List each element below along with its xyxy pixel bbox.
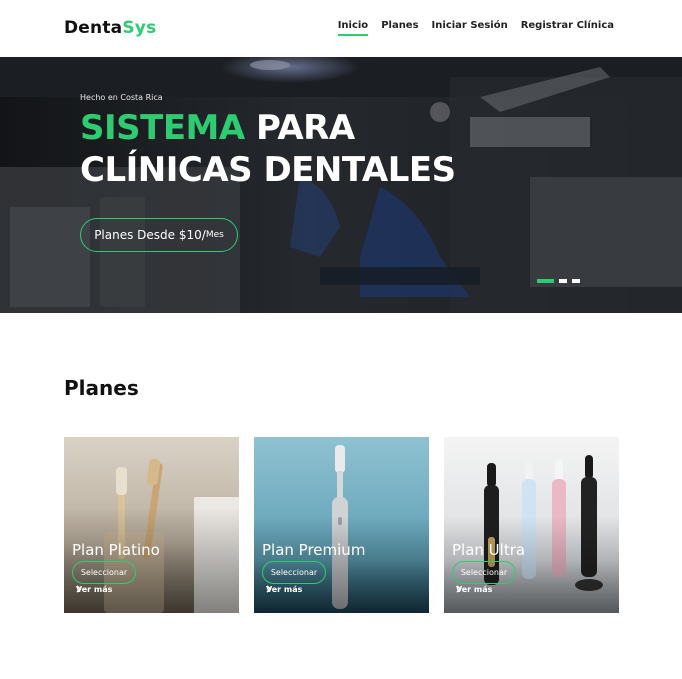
plan-card-platino[interactable]: Plan Platino Seleccionar Ver más	[64, 437, 239, 613]
nav-item-planes[interactable]: Planes	[381, 20, 418, 35]
carousel-indicator-1[interactable]	[537, 279, 554, 283]
nav-item-inicio[interactable]: Inicio	[337, 20, 368, 36]
plan-ultra-select-button[interactable]: Seleccionar	[452, 561, 516, 584]
carousel-indicator-2[interactable]	[559, 279, 567, 283]
hero-tagline: Hecho en Costa Rica	[80, 93, 163, 102]
hero-carousel: Hecho en Costa Rica SISTEMA PARA CLÍNICA…	[0, 57, 682, 313]
site-header: DentaSys Inicio Planes Iniciar Sesión Re…	[0, 0, 682, 57]
plans-from-button-unit: Mes	[205, 230, 224, 240]
hero-title-line2: CLÍNICAS DENTALES	[80, 150, 456, 190]
nav-item-iniciar-sesion[interactable]: Iniciar Sesión	[432, 20, 508, 35]
brand-name-part2: Sys	[122, 18, 157, 38]
plan-premium-title: Plan Premium	[262, 541, 366, 559]
plan-premium-select-button[interactable]: Seleccionar	[262, 561, 326, 584]
brand-logo[interactable]: DentaSys	[64, 18, 156, 38]
plans-section-title: Planes	[64, 376, 139, 400]
plan-platino-select-button[interactable]: Seleccionar	[72, 561, 136, 584]
carousel-indicator-3[interactable]	[572, 279, 580, 283]
brand-name-part1: Denta	[64, 18, 123, 38]
hero-title: SISTEMA PARA CLÍNICAS DENTALES	[80, 107, 456, 191]
plan-ultra-more-link[interactable]: Ver más	[456, 585, 496, 594]
plan-platino-title: Plan Platino	[72, 541, 160, 559]
plans-from-button[interactable]: Planes Desde $10/Mes	[80, 218, 238, 252]
main-nav: Inicio Planes Iniciar Sesión Registrar C…	[337, 20, 614, 36]
hero-title-rest: PARA	[244, 108, 355, 148]
carousel-indicators	[537, 279, 580, 283]
plan-card-ultra[interactable]: Plan Ultra Seleccionar Ver más	[444, 437, 619, 613]
plans-from-button-label: Planes Desde $10/	[94, 228, 206, 242]
plan-ultra-title: Plan Ultra	[452, 541, 526, 559]
hero-title-accent: SISTEMA	[80, 108, 245, 148]
plan-premium-more-link[interactable]: Ver más	[266, 585, 306, 594]
plan-platino-more-link[interactable]: Ver más	[76, 585, 116, 594]
nav-item-registrar-clinica[interactable]: Registrar Clínica	[521, 20, 614, 35]
plan-card-premium[interactable]: Plan Premium Seleccionar Ver más	[254, 437, 429, 613]
